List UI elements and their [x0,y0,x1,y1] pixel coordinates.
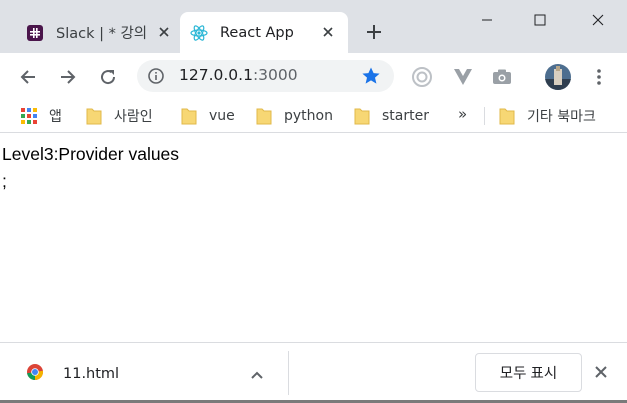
avatar[interactable] [544,63,572,91]
maximize-icon [534,14,546,26]
bookmark-label: starter [382,108,429,124]
bookmark-folder-python[interactable]: python [256,105,333,127]
chrome-file-icon [26,363,44,381]
camera-icon[interactable] [490,65,514,89]
bookmark-label: 사람인 [114,109,153,125]
maximize-button[interactable] [528,8,552,32]
react-icon [190,24,208,42]
download-shelf: 11.html 모두 표시 [0,342,627,403]
bookmarks-overflow-chevron[interactable]: » [458,105,467,123]
back-button[interactable] [16,65,40,89]
toolbar: 127.0.0.1:3000 [0,53,627,100]
folder-icon [86,108,102,125]
bookmark-folder-starter[interactable]: starter [354,105,429,127]
folder-icon [499,108,515,125]
menu-kebab-icon[interactable] [587,65,611,89]
bookmark-folder-other[interactable]: 기타 북마크 [499,105,596,127]
minimize-icon [482,19,492,21]
info-icon[interactable] [147,67,165,85]
tab-strip: Slack | * 강의 React App [0,0,627,53]
show-all-button[interactable]: 모두 표시 [475,353,582,392]
minimize-button[interactable] [475,8,499,32]
forward-button[interactable] [56,65,80,89]
bookmark-label: vue [209,108,235,124]
arrow-right-icon [61,70,76,84]
close-tab-icon[interactable] [320,24,336,40]
reload-icon [101,70,116,85]
address-bar[interactable]: 127.0.0.1:3000 [137,60,394,92]
close-shelf-icon[interactable] [594,364,612,382]
url-text[interactable]: 127.0.0.1:3000 [179,66,298,84]
bookmarks-bar: 앱 사람인 vue python starter » 기타 북마크 [0,100,627,133]
close-window-button[interactable] [586,8,610,32]
bookmark-apps[interactable]: 앱 [21,105,62,127]
download-filename[interactable]: 11.html [63,366,119,382]
bookmark-folder-vue[interactable]: vue [181,105,235,127]
tab-slack[interactable]: Slack | * 강의 [16,12,184,53]
new-tab-button[interactable] [364,22,384,42]
extension-circle-icon[interactable] [410,65,434,89]
bookmark-star-icon[interactable] [361,66,381,86]
tab-react-app[interactable]: React App [180,12,348,53]
folder-icon [354,108,370,125]
arrow-left-icon [20,70,35,84]
slack-icon [26,24,44,42]
semicolon-text: ; [2,171,7,191]
vue-devtools-icon[interactable] [451,65,475,89]
close-icon [592,14,604,26]
close-tab-icon[interactable] [156,24,172,40]
apps-icon [21,108,37,124]
folder-icon [256,108,272,125]
chevron-up-icon[interactable] [250,365,270,383]
tab-title: React App [220,24,294,41]
tab-title: Slack | * 강의 [56,26,148,42]
bookmark-folder-saramin[interactable]: 사람인 [86,105,153,127]
shelf-divider [288,351,289,395]
reload-button[interactable] [96,65,120,89]
level3-provider-text: Level3:Provider values [2,144,180,164]
bookmarks-divider [484,107,485,125]
bookmark-label: 기타 북마크 [527,109,596,125]
page-content: Level3:Provider values ; [0,141,627,341]
plus-icon [367,25,381,39]
bookmark-label: python [284,108,333,124]
bookmark-label: 앱 [49,109,62,125]
folder-icon [181,108,197,125]
